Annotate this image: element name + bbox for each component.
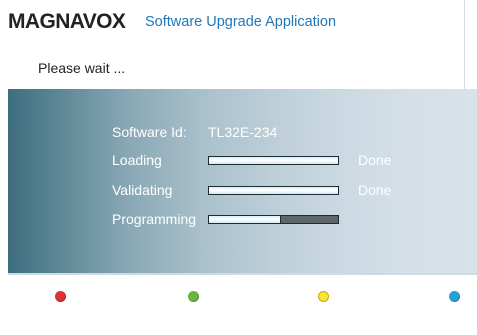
panel-edge [8, 273, 477, 275]
progress-fill [209, 157, 338, 164]
step-label: Validating [112, 182, 173, 198]
progress-bar-loading [208, 156, 339, 165]
red-key-icon[interactable] [55, 291, 66, 302]
step-row-programming: Programming [112, 211, 339, 227]
progress-panel [8, 89, 477, 273]
brand-logo: MAGNAVOX [8, 10, 126, 33]
progress-fill [209, 187, 338, 194]
progress-bar-programming [208, 215, 339, 224]
progress-bar-validating [208, 186, 339, 195]
step-label: Programming [112, 211, 197, 227]
step-row-validating: Validating Done [112, 182, 391, 198]
software-id-row: Software Id: TL32E-234 [112, 124, 277, 140]
step-status: Done [358, 182, 392, 198]
app-title: Software Upgrade Application [145, 14, 337, 30]
green-key-icon[interactable] [188, 291, 199, 302]
yellow-key-icon[interactable] [318, 291, 329, 302]
step-status: Done [358, 152, 392, 168]
software-id-value: TL32E-234 [208, 124, 278, 140]
progress-fill [209, 216, 281, 223]
blue-key-icon[interactable] [449, 291, 460, 302]
step-label: Loading [112, 152, 162, 168]
divider [464, 0, 465, 90]
step-row-loading: Loading Done [112, 152, 391, 168]
status-message: Please wait ... [38, 60, 126, 76]
software-id-label: Software Id: [112, 124, 187, 140]
upgrade-screen: MAGNAVOX Software Upgrade Application Pl… [0, 0, 477, 335]
